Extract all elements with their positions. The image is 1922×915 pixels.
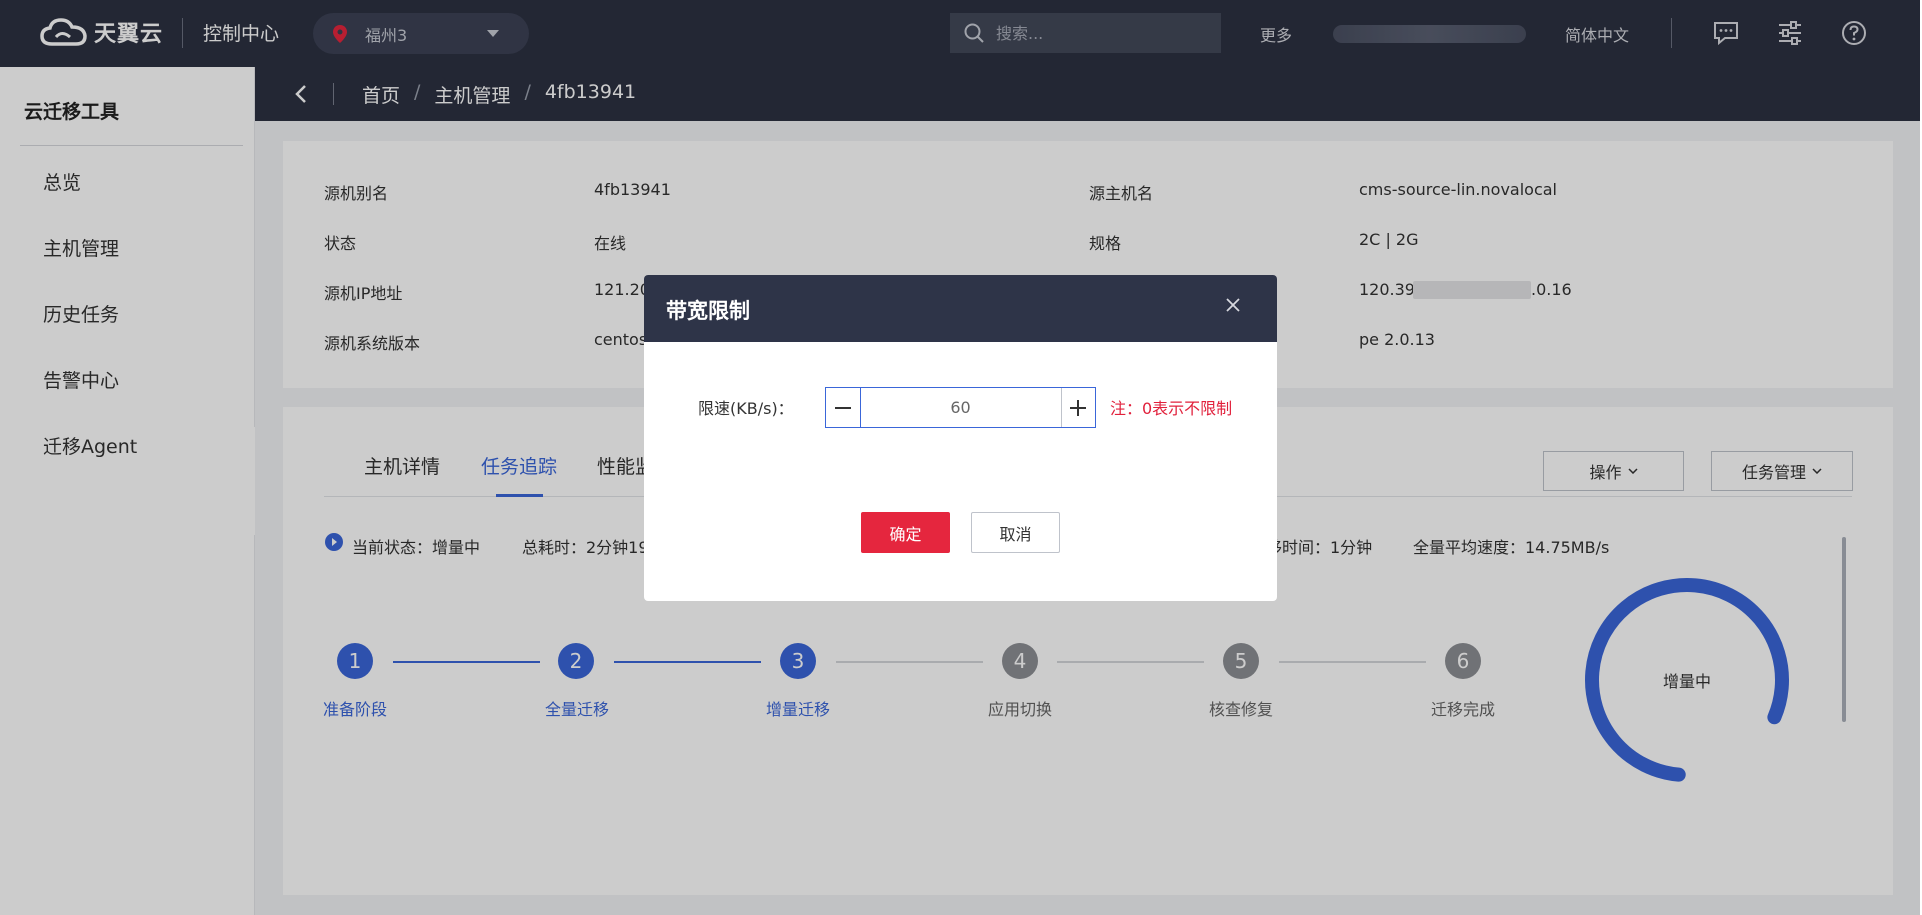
cancel-button[interactable]: 取消 <box>971 512 1060 553</box>
close-icon[interactable] <box>1225 297 1241 313</box>
minus-icon <box>834 406 851 409</box>
plus-icon <box>1070 399 1087 416</box>
decrement-button[interactable] <box>826 388 861 427</box>
confirm-button[interactable]: 确定 <box>861 512 950 553</box>
speed-limit-input[interactable] <box>860 388 1061 427</box>
bandwidth-limit-dialog: 带宽限制 限速(KB/s)： 注：0表示不限制 确定 取消 <box>644 275 1277 601</box>
dialog-header: 带宽限制 <box>644 275 1277 342</box>
dialog-title: 带宽限制 <box>666 299 750 323</box>
speed-limit-note: 注：0表示不限制 <box>1110 399 1233 418</box>
speed-limit-label: 限速(KB/s)： <box>698 399 794 418</box>
increment-button[interactable] <box>1060 388 1095 427</box>
speed-limit-stepper <box>825 387 1096 428</box>
